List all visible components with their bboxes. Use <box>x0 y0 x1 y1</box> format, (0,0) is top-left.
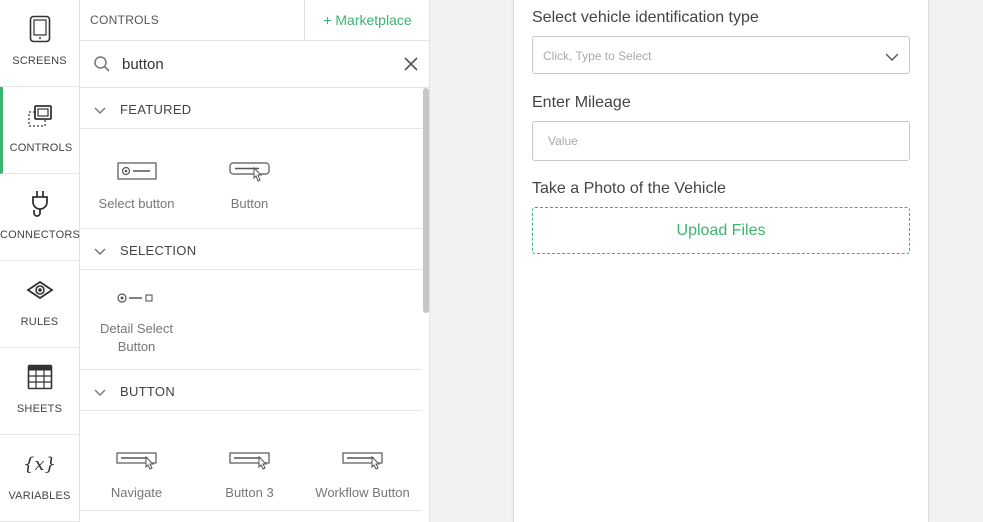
rail-label-controls: CONTROLS <box>9 142 73 154</box>
rail-item-sheets[interactable]: SHEETS <box>0 348 79 435</box>
plug-icon <box>0 188 79 218</box>
controls-panel: CONTROLS + Marketplace FEATURED Select b… <box>80 0 430 522</box>
rail-item-connectors[interactable]: CONNECTORS <box>0 174 81 261</box>
controls-list: FEATURED Select button Button SELECTION <box>80 88 430 522</box>
form-canvas: Select vehicle identification type Click… <box>513 0 929 522</box>
rail-item-variables[interactable]: {x} VARIABLES <box>0 435 79 522</box>
rail-item-rules[interactable]: RULES <box>0 261 79 348</box>
section-header-button[interactable]: BUTTON <box>80 370 422 411</box>
search-row <box>80 41 430 88</box>
control-tile-navigate[interactable]: Navigate <box>80 446 193 502</box>
chevron-down-icon <box>94 102 106 120</box>
variables-icon: {x} <box>22 453 57 475</box>
control-tile-label: Detail Select Button <box>100 321 173 354</box>
section-header-featured[interactable]: FEATURED <box>80 88 422 129</box>
navigate-icon <box>80 446 193 474</box>
tablet-icon <box>0 14 79 44</box>
rail-label-variables: VARIABLES <box>8 490 71 502</box>
chevron-down-icon <box>885 49 899 67</box>
control-tile-label: Navigate <box>110 485 163 500</box>
mileage-label: Enter Mileage <box>532 94 631 111</box>
search-input[interactable] <box>122 51 382 77</box>
control-tile-select-button[interactable]: Select button <box>80 157 193 213</box>
detail-select-button-icon <box>80 284 193 312</box>
panel-title: CONTROLS <box>90 13 160 27</box>
section-header-selection[interactable]: SELECTION <box>80 229 422 270</box>
rail-label-sheets: SHEETS <box>16 403 63 415</box>
control-tile-label: Select button <box>98 196 175 211</box>
rail-item-screens[interactable]: SCREENS <box>0 0 79 87</box>
section-title: FEATURED <box>120 102 192 117</box>
controls-icon <box>3 101 79 131</box>
panel-scrollbar[interactable] <box>423 88 429 313</box>
eye-icon <box>0 275 79 305</box>
rail-label-rules: RULES <box>20 316 59 328</box>
vehicle-id-label: Select vehicle identification type <box>532 9 759 26</box>
left-nav-rail: SCREENS CONTROLS CONNECTORS RULES SHEETS… <box>0 0 80 522</box>
section-body-selection: Detail Select Button <box>80 270 422 370</box>
control-tile-label: Button 3 <box>225 485 274 500</box>
dropdown-placeholder: Click, Type to Select <box>543 49 652 63</box>
section-body-featured: Select button Button <box>80 129 422 229</box>
table-icon <box>0 362 79 392</box>
rail-item-controls[interactable]: CONTROLS <box>0 87 79 174</box>
search-icon <box>93 55 111 78</box>
control-tile-button-3[interactable]: Button 3 <box>193 446 306 502</box>
upload-files-button[interactable]: Upload Files <box>532 207 910 254</box>
control-tile-button[interactable]: Button <box>193 157 306 213</box>
control-tile-label: Workflow Button <box>315 485 410 500</box>
section-title: SELECTION <box>120 243 197 258</box>
vehicle-id-dropdown[interactable]: Click, Type to Select <box>532 36 910 74</box>
workflow-button-icon <box>306 446 419 474</box>
photo-label: Take a Photo of the Vehicle <box>532 180 726 197</box>
button-icon <box>193 157 306 185</box>
rail-label-connectors: CONNECTORS <box>0 229 81 241</box>
marketplace-button[interactable]: + Marketplace <box>304 0 430 40</box>
rail-label-screens: SCREENS <box>12 55 67 67</box>
control-tile-detail-select-button[interactable]: Detail Select Button <box>80 284 193 356</box>
chevron-down-icon <box>94 384 106 402</box>
close-icon[interactable] <box>404 57 418 76</box>
chevron-down-icon <box>94 243 106 261</box>
select-button-icon <box>80 157 193 185</box>
mileage-input[interactable] <box>532 121 910 161</box>
control-tile-workflow-button[interactable]: Workflow Button <box>306 446 419 502</box>
control-tile-label: Button <box>230 196 269 211</box>
section-title: BUTTON <box>120 384 176 399</box>
button-3-icon <box>193 446 306 474</box>
section-body-button: Navigate Button 3 Workflow Button <box>80 411 422 511</box>
panel-header: CONTROLS + Marketplace <box>80 0 430 41</box>
